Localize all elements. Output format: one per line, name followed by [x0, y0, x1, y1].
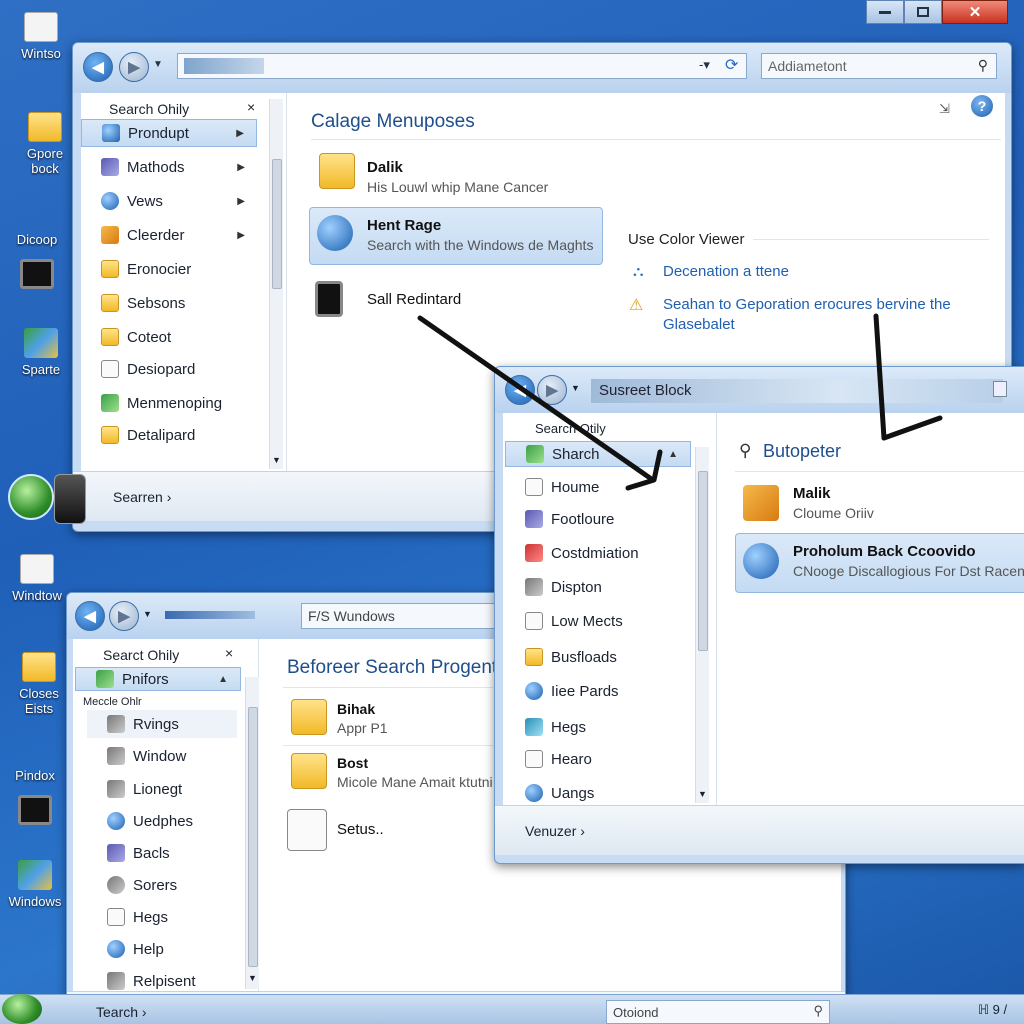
arrow-head — [625, 449, 663, 491]
arrow-head — [881, 415, 943, 441]
annotation-arrows — [417, 313, 943, 491]
arrow-line — [873, 313, 887, 441]
arrow-line — [417, 315, 653, 481]
